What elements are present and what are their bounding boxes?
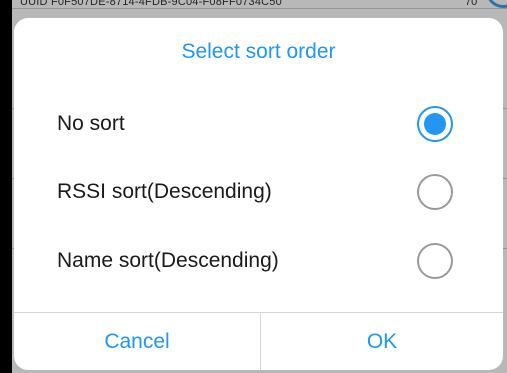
radio-unselected-icon[interactable]	[417, 174, 453, 210]
option-name-sort[interactable]: Name sort(Descending)	[14, 231, 503, 291]
option-label: No sort	[57, 112, 125, 135]
ok-button[interactable]: OK	[261, 313, 503, 370]
sort-order-dialog: Select sort order No sort RSSI sort(Desc…	[14, 18, 503, 370]
option-rssi-sort[interactable]: RSSI sort(Descending)	[14, 162, 503, 222]
screen: UUID F0F507DE-8714-4FDB-9C04-F08FF0734C5…	[0, 0, 507, 373]
option-label: Name sort(Descending)	[57, 249, 279, 272]
cancel-button[interactable]: Cancel	[14, 313, 261, 370]
dialog-title: Select sort order	[181, 40, 336, 63]
radio-unselected-icon[interactable]	[417, 243, 453, 279]
dialog-footer: Cancel OK	[14, 312, 503, 370]
option-label: RSSI sort(Descending)	[57, 180, 272, 203]
option-no-sort[interactable]: No sort	[14, 94, 503, 154]
radio-selected-icon[interactable]	[417, 106, 453, 142]
